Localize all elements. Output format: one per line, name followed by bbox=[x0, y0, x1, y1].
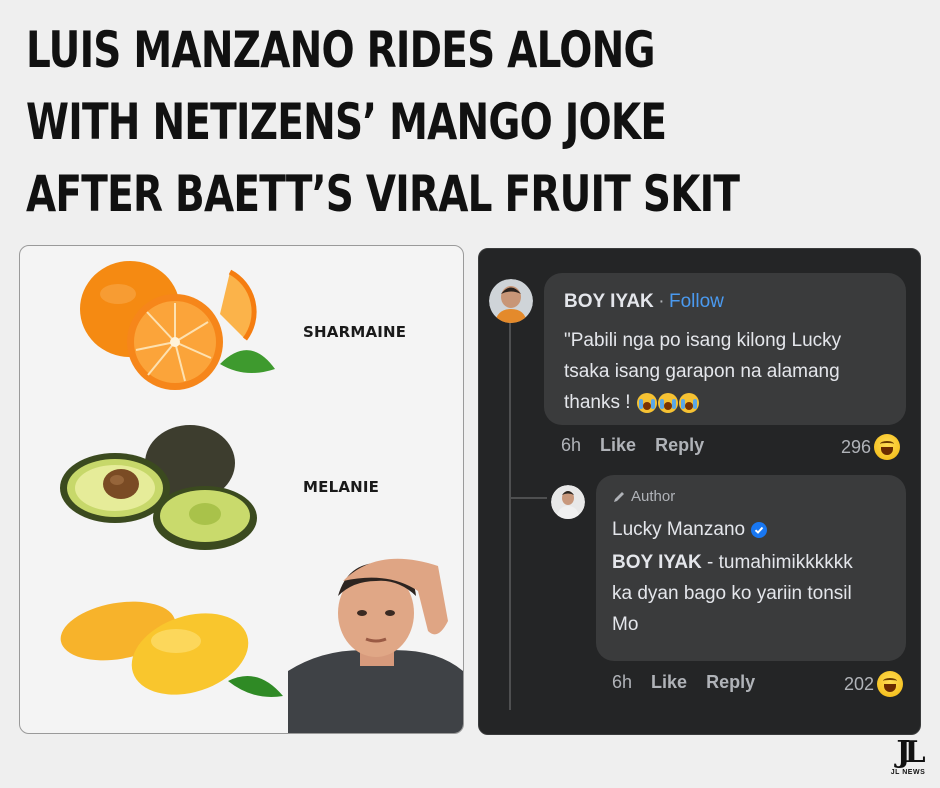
main-comment-line-1: "Pabili nga po isang kilong Lucky bbox=[564, 330, 842, 351]
main-reaction-count[interactable]: 296 bbox=[841, 434, 901, 460]
crying-emoji-icon bbox=[636, 392, 657, 413]
main-comment-text: "Pabili nga po isang kilong Lucky tsaka … bbox=[564, 325, 841, 418]
main-reaction-number: 296 bbox=[841, 436, 872, 457]
pen-icon bbox=[614, 491, 624, 502]
reply-reply-button[interactable]: Reply bbox=[706, 672, 755, 692]
follow-button[interactable]: Follow bbox=[669, 291, 724, 312]
separator-dot: · bbox=[658, 291, 665, 312]
avocado-fruit-image bbox=[60, 425, 257, 550]
reply-comment-text: BOY IYAK - tumahimikkkkkk ka dyan bago k… bbox=[612, 547, 897, 640]
reply-reaction-number: 202 bbox=[844, 673, 875, 694]
haha-emoji-icon bbox=[877, 671, 904, 697]
boy-iyak-avatar[interactable] bbox=[489, 279, 533, 323]
reply-like-button[interactable]: Like bbox=[651, 672, 687, 692]
main-comment-actions: 6h Like Reply bbox=[561, 435, 718, 456]
main-comment-time: 6h bbox=[561, 435, 582, 455]
headline-line-1: LUIS MANZANO RIDES ALONG bbox=[26, 21, 656, 79]
reply-mention[interactable]: BOY IYAK bbox=[612, 552, 702, 573]
main-like-button[interactable]: Like bbox=[600, 435, 636, 455]
reply-line-2: ka dyan bago ko yariin tonsil bbox=[612, 583, 852, 604]
verified-badge-icon bbox=[751, 522, 768, 538]
thread-branch-line bbox=[509, 497, 547, 499]
main-reply-button[interactable]: Reply bbox=[655, 435, 704, 455]
thread-connector-line bbox=[509, 305, 511, 710]
orange-fruit-image bbox=[80, 261, 275, 390]
haha-emoji-icon bbox=[874, 434, 901, 460]
crying-emoji-icon bbox=[657, 392, 678, 413]
reply-comment-actions: 6h Like Reply bbox=[612, 672, 769, 693]
headline: LUIS MANZANO RIDES ALONG WITH NETIZENS’ … bbox=[26, 14, 740, 230]
reply-comment-time: 6h bbox=[612, 672, 633, 692]
luis-manzano-photo bbox=[288, 551, 463, 733]
lucky-manzano-avatar[interactable] bbox=[551, 485, 585, 519]
reply-reaction-count[interactable]: 202 bbox=[844, 671, 904, 697]
reply-author[interactable]: Lucky Manzano bbox=[612, 519, 745, 541]
mango-fruit-image bbox=[60, 601, 283, 697]
main-comment-author[interactable]: BOY IYAK bbox=[564, 291, 654, 312]
fruit-panel: SHARMAINE MELANIE bbox=[19, 245, 464, 734]
jl-news-logo: JL JL NEWS bbox=[888, 737, 928, 785]
fruit-label-melanie: MELANIE bbox=[303, 478, 380, 496]
jl-logo-mark: JL bbox=[896, 735, 925, 770]
headline-line-3: AFTER BAETT’S VIRAL FRUIT SKIT bbox=[26, 165, 740, 223]
main-comment-line-3: thanks ! bbox=[564, 392, 631, 413]
comment-thread-panel: BOY IYAK · Follow "Pabili nga po isang k… bbox=[478, 248, 921, 735]
fruit-label-sharmaine: SHARMAINE bbox=[303, 323, 407, 341]
author-badge: Author bbox=[631, 488, 676, 505]
reply-line-1: - tumahimikkkkkk bbox=[701, 552, 853, 573]
reply-comment-bubble: Author Lucky Manzano BOY IYAK - tumahimi… bbox=[596, 475, 906, 661]
headline-line-2: WITH NETIZENS’ MANGO JOKE bbox=[26, 93, 667, 151]
jl-news-text: JL NEWS bbox=[890, 769, 926, 776]
reply-line-3: Mo bbox=[612, 614, 639, 635]
crying-emoji-icon bbox=[678, 392, 699, 413]
main-comment-bubble: BOY IYAK · Follow "Pabili nga po isang k… bbox=[544, 273, 906, 425]
main-comment-line-2: tsaka isang garapon na alamang bbox=[564, 361, 840, 382]
